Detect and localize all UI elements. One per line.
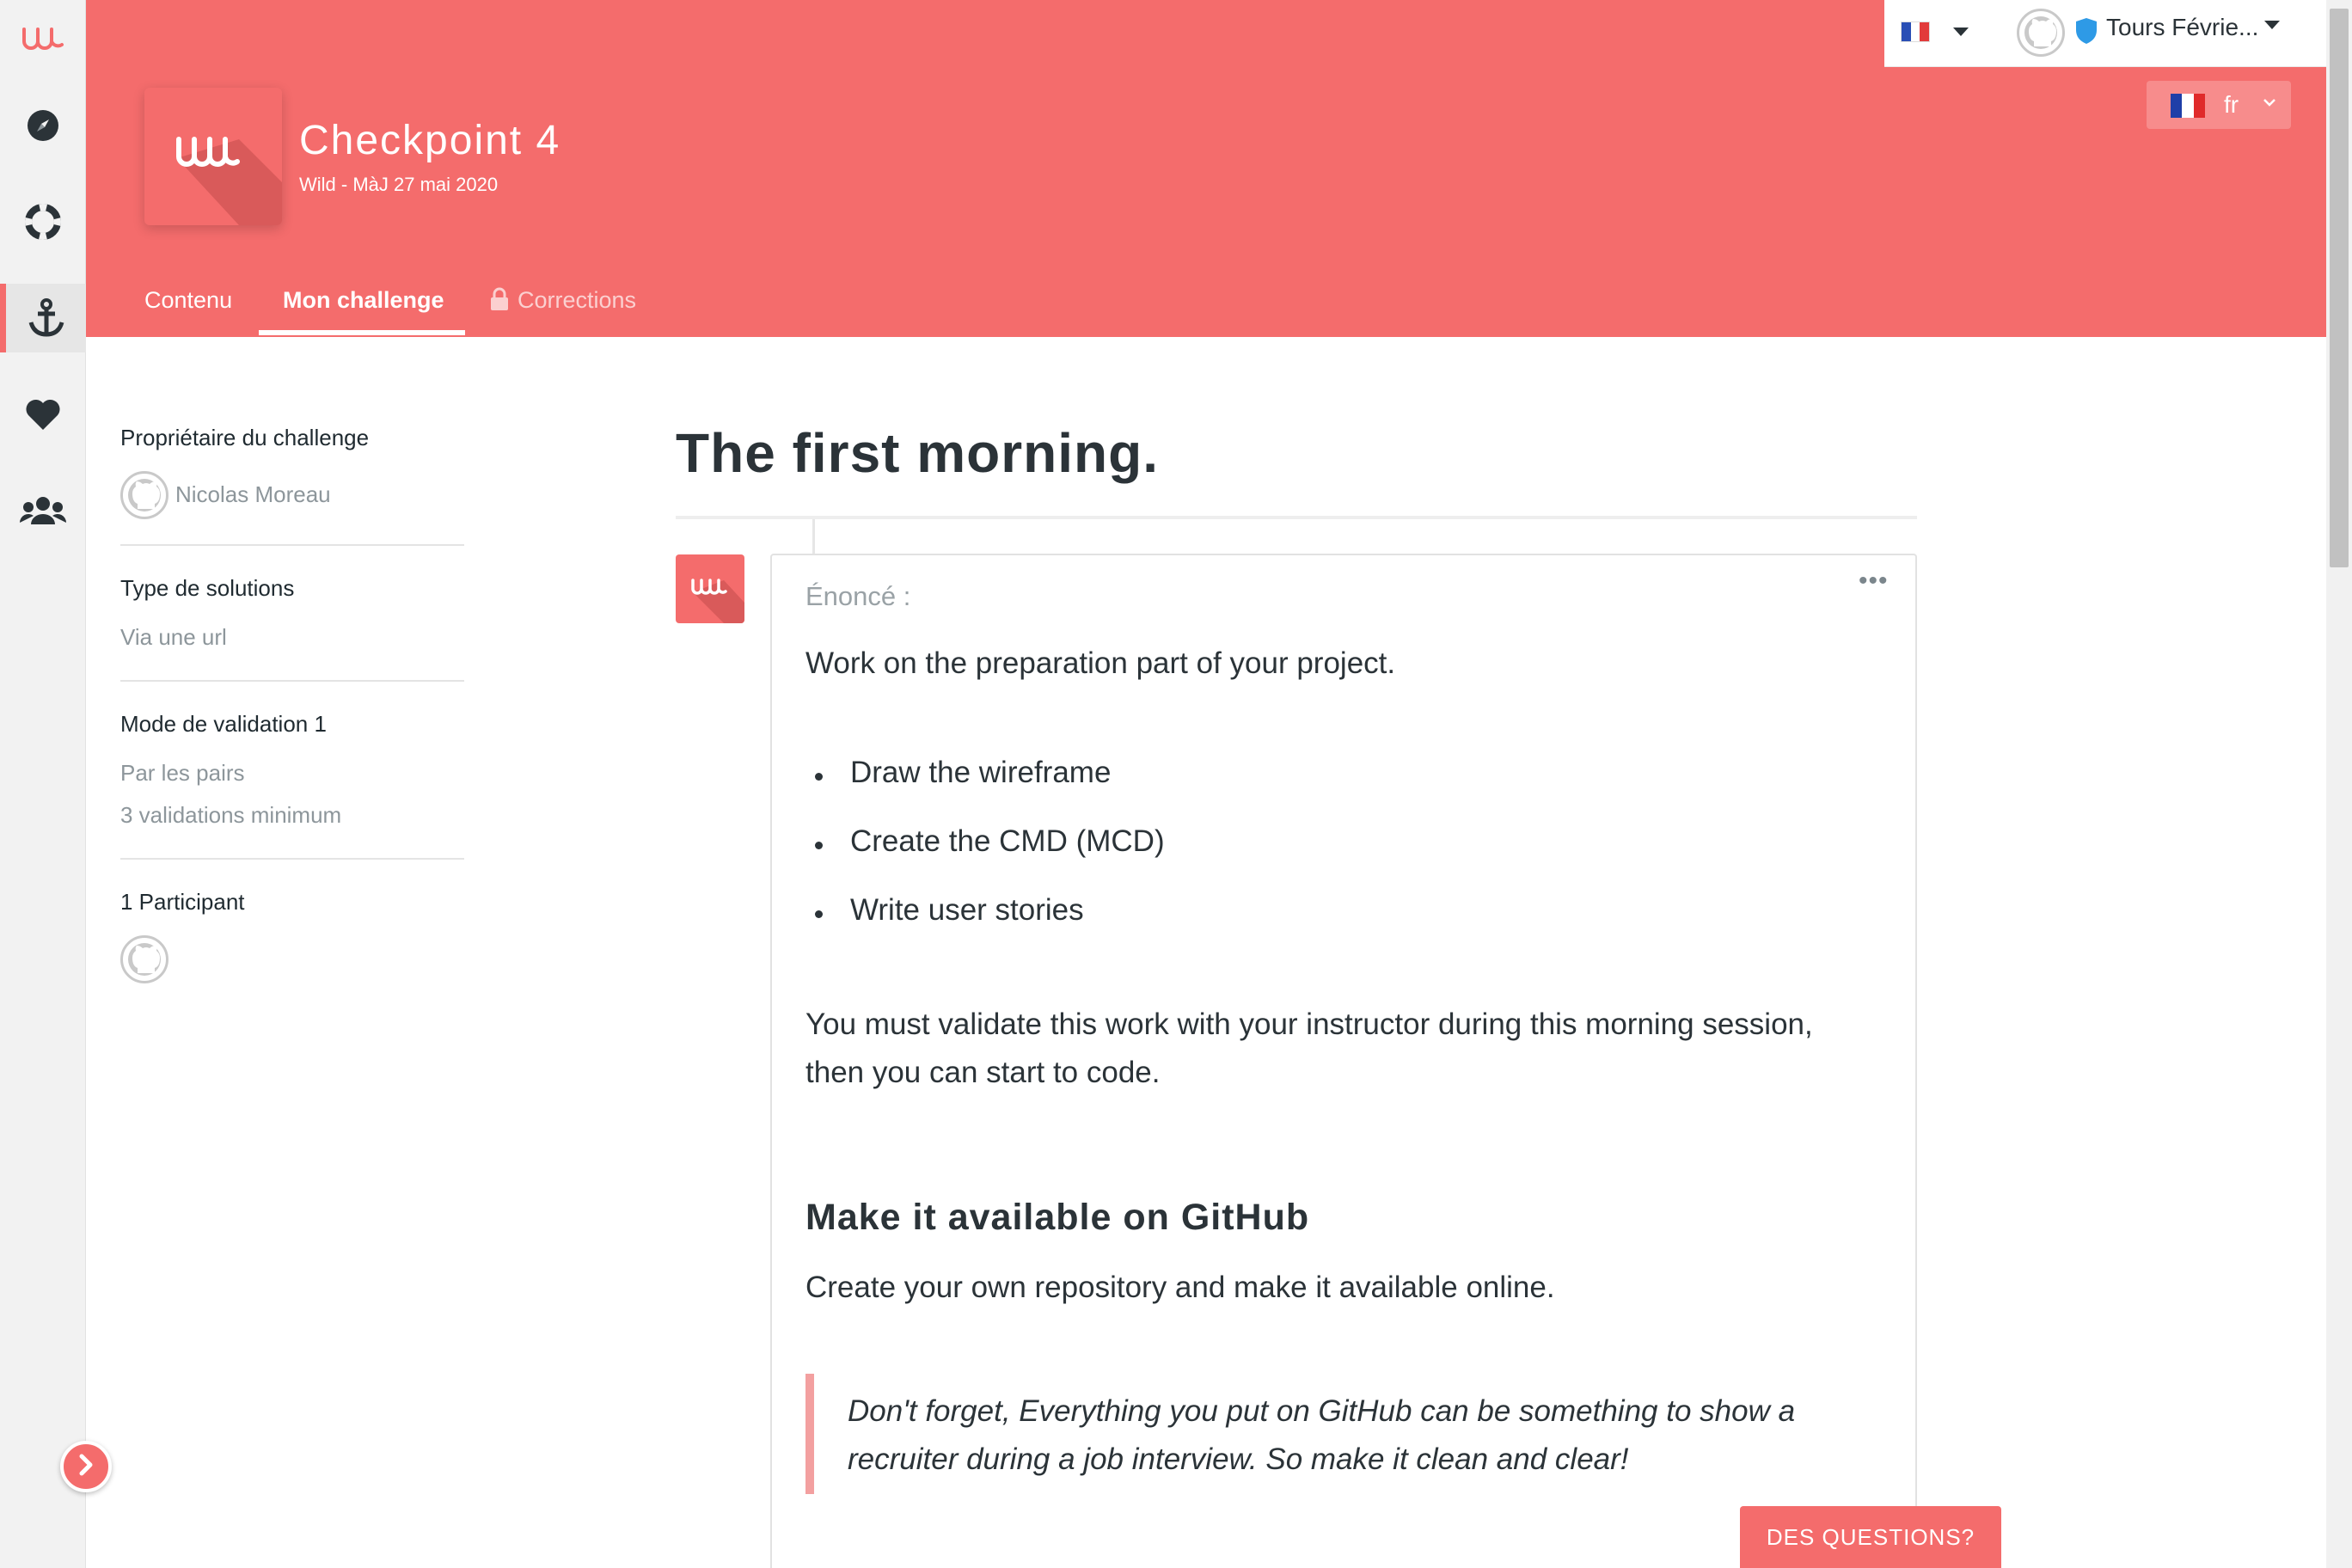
chevron-down-icon bbox=[2262, 96, 2277, 113]
anchor-icon[interactable] bbox=[0, 284, 86, 352]
owner-name[interactable]: Nicolas Moreau bbox=[175, 481, 331, 508]
language-code: fr bbox=[2224, 91, 2239, 118]
list-item: Write user stories bbox=[850, 893, 1084, 927]
course-logo bbox=[144, 88, 282, 225]
lock-icon bbox=[490, 287, 509, 320]
flag-fr-small-icon[interactable] bbox=[1902, 22, 1930, 41]
author-avatar bbox=[676, 554, 744, 623]
tab-corrections[interactable]: Corrections bbox=[490, 284, 636, 335]
shield-icon bbox=[2075, 17, 2098, 49]
quote-line: recruiter during a job interview. So mak… bbox=[848, 1442, 1629, 1476]
divider bbox=[120, 680, 464, 682]
tab-corrections-label: Corrections bbox=[518, 287, 637, 313]
lifebuoy-icon[interactable] bbox=[0, 187, 86, 256]
solution-type-value: Via une url bbox=[120, 624, 227, 650]
list-bullet bbox=[815, 910, 823, 918]
sidebar-toggle-button[interactable] bbox=[60, 1441, 112, 1492]
wild-logo-icon[interactable] bbox=[0, 3, 86, 72]
course-title: Checkpoint 4 bbox=[299, 118, 561, 163]
list-bullet bbox=[815, 773, 823, 781]
users-icon[interactable] bbox=[0, 476, 86, 545]
flag-fr-icon bbox=[2171, 94, 2205, 118]
scrollbar-thumb[interactable] bbox=[2330, 9, 2349, 567]
user-avatar[interactable] bbox=[2017, 9, 2065, 57]
language-select[interactable]: fr bbox=[2147, 81, 2291, 129]
statement-label: Énoncé : bbox=[805, 581, 911, 611]
section-heading: Make it available on GitHub bbox=[805, 1197, 1310, 1238]
validation-mode: Par les pairs bbox=[120, 760, 245, 786]
divider bbox=[120, 858, 464, 860]
heart-icon[interactable] bbox=[0, 380, 86, 449]
divider bbox=[120, 544, 464, 546]
paragraph-line: then you can start to code. bbox=[805, 1056, 1161, 1089]
solution-type-label: Type de solutions bbox=[120, 575, 295, 601]
intro-text: Work on the preparation part of your pro… bbox=[805, 646, 1396, 680]
owner-avatar[interactable] bbox=[120, 471, 168, 519]
course-subtitle: Wild - MàJ 27 mai 2020 bbox=[299, 174, 499, 195]
participant-avatar[interactable] bbox=[120, 935, 168, 983]
questions-button[interactable]: DES QUESTIONS? bbox=[1740, 1506, 2001, 1568]
timeline-line bbox=[812, 519, 815, 554]
section-text: Create your own repository and make it a… bbox=[805, 1271, 1555, 1304]
validation-label: Mode de validation 1 bbox=[120, 711, 327, 737]
caret-down-icon[interactable] bbox=[2264, 21, 2280, 29]
more-options-icon[interactable]: ••• bbox=[1859, 568, 1889, 594]
campus-name[interactable]: Tours Févrie... bbox=[2106, 14, 2258, 41]
active-tab-indicator bbox=[259, 330, 465, 335]
tab-contenu[interactable]: Contenu bbox=[144, 284, 232, 335]
caret-down-icon[interactable] bbox=[1953, 28, 1969, 36]
sidebar-nav bbox=[0, 0, 86, 1568]
tab-mon-challenge[interactable]: Mon challenge bbox=[283, 284, 444, 335]
list-item: Create the CMD (MCD) bbox=[850, 824, 1165, 858]
owner-label: Propriétaire du challenge bbox=[120, 425, 370, 450]
list-bullet bbox=[815, 842, 823, 849]
title-divider bbox=[676, 516, 1917, 519]
compass-icon[interactable] bbox=[0, 91, 86, 160]
list-item: Draw the wireframe bbox=[850, 756, 1112, 789]
account-bar: Tours Févrie... bbox=[1884, 0, 2326, 67]
quote-line: Don't forget, Everything you put on GitH… bbox=[848, 1394, 1796, 1428]
page-title: The first morning. bbox=[676, 422, 1159, 484]
paragraph-line: You must validate this work with your in… bbox=[805, 1008, 1813, 1041]
validation-minimum: 3 validations minimum bbox=[120, 802, 342, 828]
quote-bar bbox=[805, 1374, 814, 1494]
participants-label: 1 Participant bbox=[120, 889, 245, 915]
chevron-right-icon bbox=[76, 1453, 96, 1481]
